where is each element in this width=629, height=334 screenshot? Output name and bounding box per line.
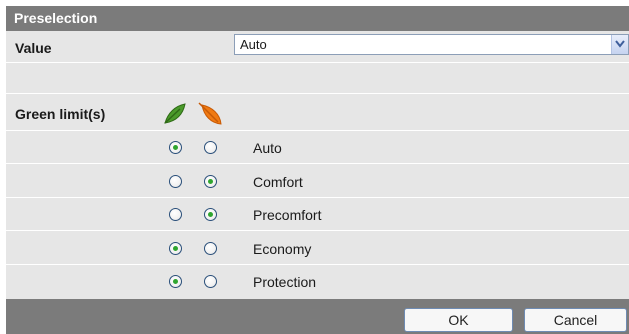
option-label: Auto	[253, 140, 282, 156]
radio-green-precomfort[interactable]	[169, 208, 182, 221]
dialog-title: Preselection	[6, 6, 629, 31]
green-limits-label: Green limit(s)	[15, 106, 106, 122]
leaf-green-icon	[164, 103, 186, 124]
option-row-protection: Protection	[6, 265, 629, 299]
option-label: Comfort	[253, 174, 303, 190]
leaf-orange-icon	[198, 102, 222, 125]
preselection-dialog: Preselection Value Auto Green limit(s) A…	[0, 0, 629, 334]
value-label: Value	[15, 40, 52, 56]
spacer-row	[6, 63, 629, 94]
option-label: Protection	[253, 274, 317, 290]
dialog-footer: OK Cancel	[6, 299, 629, 334]
green-limits-header-row: Green limit(s)	[6, 94, 629, 131]
radio-green-protection[interactable]	[169, 275, 182, 288]
option-row-auto: Auto	[6, 131, 629, 164]
ok-button[interactable]: OK	[404, 308, 513, 332]
value-select-text: Auto	[240, 37, 267, 52]
option-label: Economy	[253, 241, 312, 257]
radio-orange-economy[interactable]	[204, 242, 217, 255]
radio-orange-protection[interactable]	[204, 275, 217, 288]
value-select[interactable]: Auto	[234, 34, 629, 55]
option-row-precomfort: Precomfort	[6, 198, 629, 231]
radio-green-auto[interactable]	[169, 141, 182, 154]
dropdown-arrow-button[interactable]	[611, 35, 628, 54]
radio-green-economy[interactable]	[169, 242, 182, 255]
radio-orange-auto[interactable]	[204, 141, 217, 154]
option-label: Precomfort	[253, 207, 322, 223]
cancel-button[interactable]: Cancel	[524, 308, 627, 332]
option-row-comfort: Comfort	[6, 164, 629, 198]
value-row: Value Auto	[6, 31, 629, 63]
radio-green-comfort[interactable]	[169, 175, 182, 188]
radio-orange-precomfort[interactable]	[204, 208, 217, 221]
radio-orange-comfort[interactable]	[204, 175, 217, 188]
chevron-down-icon	[615, 40, 625, 48]
option-row-economy: Economy	[6, 231, 629, 265]
